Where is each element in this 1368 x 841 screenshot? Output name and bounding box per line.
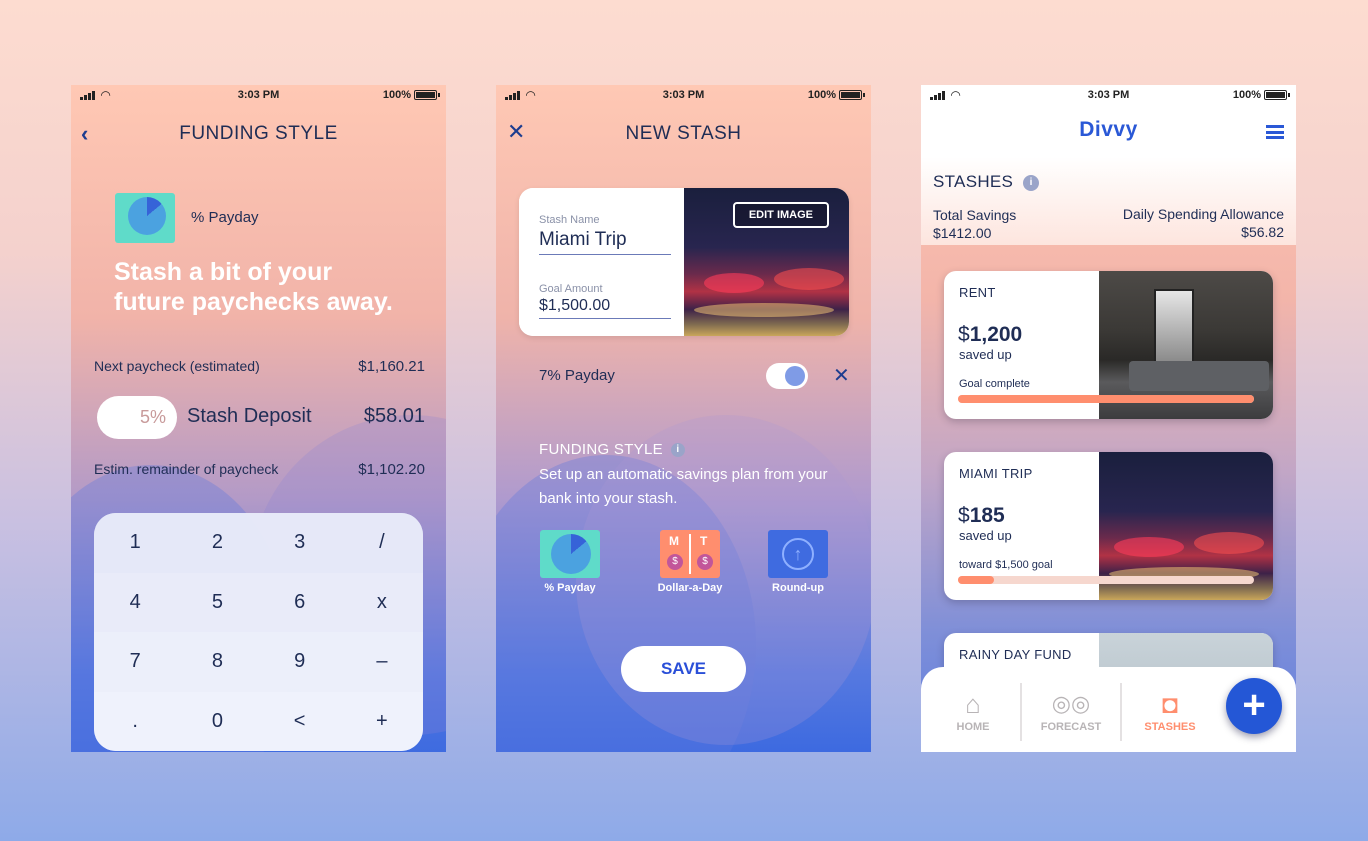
percent-payday-icon: [115, 193, 175, 243]
next-paycheck-value: $1,160.21: [358, 358, 425, 375]
progress-bar: [958, 576, 1254, 584]
tab-home[interactable]: ⌂ HOME: [928, 687, 1018, 733]
headline: Stash a bit of your future paychecks awa…: [114, 258, 393, 316]
stash-card-miami-trip[interactable]: MIAMI TRIP $185 saved up toward $1,500 g…: [944, 452, 1273, 600]
key-5[interactable]: 5: [176, 572, 259, 632]
stash-name-label: Stash Name: [539, 214, 600, 226]
next-paycheck-label: Next paycheck (estimated): [94, 358, 260, 374]
status-bar: ◠ 3:03 PM 100%: [496, 85, 871, 107]
remove-funding-icon[interactable]: ✕: [833, 363, 850, 388]
battery-icon: [839, 90, 865, 100]
stash-name: MIAMI TRIP: [959, 466, 1033, 481]
stash-amount: $185: [958, 504, 1005, 527]
stash-card: Stash Name Miami Trip Goal Amount $1,500…: [519, 188, 849, 336]
key-plus[interactable]: +: [340, 691, 423, 751]
stash-card-rent[interactable]: RENT $1,200 saved up Goal complete: [944, 271, 1273, 419]
key-9[interactable]: 9: [258, 632, 341, 692]
key-minus[interactable]: –: [340, 632, 423, 692]
total-savings-label: Total Savings: [933, 207, 1017, 223]
deposit-label: Stash Deposit: [187, 405, 312, 427]
home-icon: ⌂: [965, 689, 981, 719]
coin-icon: $: [697, 554, 713, 570]
remainder-row: Estim. remainder of paycheck $1,102.20: [94, 461, 425, 478]
key-0[interactable]: 0: [176, 691, 259, 751]
battery-percent: 100%: [382, 89, 411, 101]
tab-forecast[interactable]: ◎◎ FORECAST: [1026, 687, 1116, 733]
stash-name-input[interactable]: Miami Trip: [539, 229, 671, 255]
battery-icon: [1264, 90, 1290, 100]
stash-amount-sub: saved up: [959, 528, 1012, 543]
day-letter: T: [700, 534, 708, 548]
option-percent-payday[interactable]: [540, 530, 600, 578]
key-multiply[interactable]: x: [340, 572, 423, 632]
battery-percent: 100%: [807, 89, 836, 101]
save-button[interactable]: SAVE: [621, 646, 746, 692]
section-title: STASHES i: [933, 172, 1040, 192]
allowance-value: $56.82: [1241, 224, 1284, 240]
stash-note: Goal complete: [959, 378, 1030, 390]
option-dollar-a-day-label: Dollar-a-Day: [657, 582, 723, 594]
funding-style-description: Set up an automatic savings plan from yo…: [539, 466, 828, 507]
status-bar: ◠ 3:03 PM 100%: [71, 85, 446, 107]
status-bar: ◠ 3:03 PM 100%: [921, 85, 1296, 107]
stash-amount: $1,200: [958, 323, 1023, 346]
goal-amount-input[interactable]: $1,500.00: [539, 297, 671, 319]
key-4[interactable]: 4: [94, 572, 177, 632]
add-stash-button[interactable]: +: [1226, 678, 1282, 734]
hamburger-menu-icon[interactable]: [1266, 125, 1284, 139]
deposit-value: $58.01: [363, 405, 425, 427]
funding-style-screen: ◠ 3:03 PM 100% ‹ FUNDING STYLE % Payday …: [71, 85, 446, 752]
allowance-label: Daily Spending Allowance: [1122, 206, 1284, 222]
battery-icon: [414, 90, 440, 100]
stash-amount-sub: saved up: [959, 347, 1012, 362]
key-backspace[interactable]: <: [258, 691, 341, 751]
key-1[interactable]: 1: [94, 513, 177, 573]
next-paycheck-row: Next paycheck (estimated) $1,160.21: [94, 358, 425, 375]
tab-stashes[interactable]: ◘ STASHES: [1125, 687, 1215, 733]
page-title: NEW STASH: [625, 123, 742, 144]
option-dollar-a-day[interactable]: M T $ $: [660, 530, 720, 578]
option-round-up-label: Round-up: [772, 582, 824, 594]
progress-bar: [958, 395, 1254, 403]
day-letter: M: [669, 534, 679, 548]
key-7[interactable]: 7: [94, 632, 177, 692]
key-decimal[interactable]: .: [94, 691, 177, 751]
total-savings-value: $1412.00: [933, 225, 992, 241]
key-6[interactable]: 6: [258, 572, 341, 632]
info-icon[interactable]: i: [670, 443, 685, 458]
option-round-up[interactable]: ↑: [768, 530, 828, 578]
new-stash-screen: ◠ 3:03 PM 100% ✕ NEW STASH Stash Name Mi…: [496, 85, 871, 752]
info-icon[interactable]: i: [1023, 174, 1040, 191]
stashes-screen: ◠ 3:03 PM 100% Divvy STASHES i Total Savi…: [921, 85, 1296, 752]
key-2[interactable]: 2: [176, 513, 259, 573]
stash-photo: EDIT IMAGE: [684, 188, 849, 336]
remainder-label: Estim. remainder of paycheck: [94, 461, 279, 477]
arrow-up-circle-icon: ↑: [782, 538, 814, 570]
piggy-bank-icon: ◘: [1162, 689, 1178, 719]
goal-amount-label: Goal Amount: [539, 283, 603, 295]
coin-icon: $: [667, 554, 683, 570]
edit-image-button[interactable]: EDIT IMAGE: [732, 202, 829, 228]
percent-input[interactable]: 5%: [97, 396, 177, 439]
keypad: 1 2 3 / 4 5 6 x 7 8 9 – . 0 < +: [94, 513, 423, 751]
remainder-value: $1,102.20: [358, 461, 425, 478]
key-3[interactable]: 3: [258, 513, 341, 573]
funding-toggle[interactable]: [766, 363, 808, 389]
key-divide[interactable]: /: [340, 513, 423, 573]
funding-item-label: 7% Payday: [539, 367, 615, 384]
option-percent-payday-label: % Payday: [544, 582, 596, 594]
stash-name: RENT: [959, 285, 996, 300]
method-label: % Payday: [191, 209, 259, 226]
funding-style-title: FUNDING STYLE i: [539, 441, 685, 458]
pie-chart-icon: [551, 534, 591, 574]
key-8[interactable]: 8: [176, 632, 259, 692]
stash-name: RAINY DAY FUND: [959, 647, 1072, 662]
stash-note: toward $1,500 goal: [959, 559, 1053, 571]
page-title: FUNDING STYLE: [179, 123, 338, 144]
binoculars-icon: ◎◎: [1051, 691, 1091, 716]
battery-percent: 100%: [1232, 89, 1261, 101]
app-logo: Divvy: [1079, 118, 1138, 141]
